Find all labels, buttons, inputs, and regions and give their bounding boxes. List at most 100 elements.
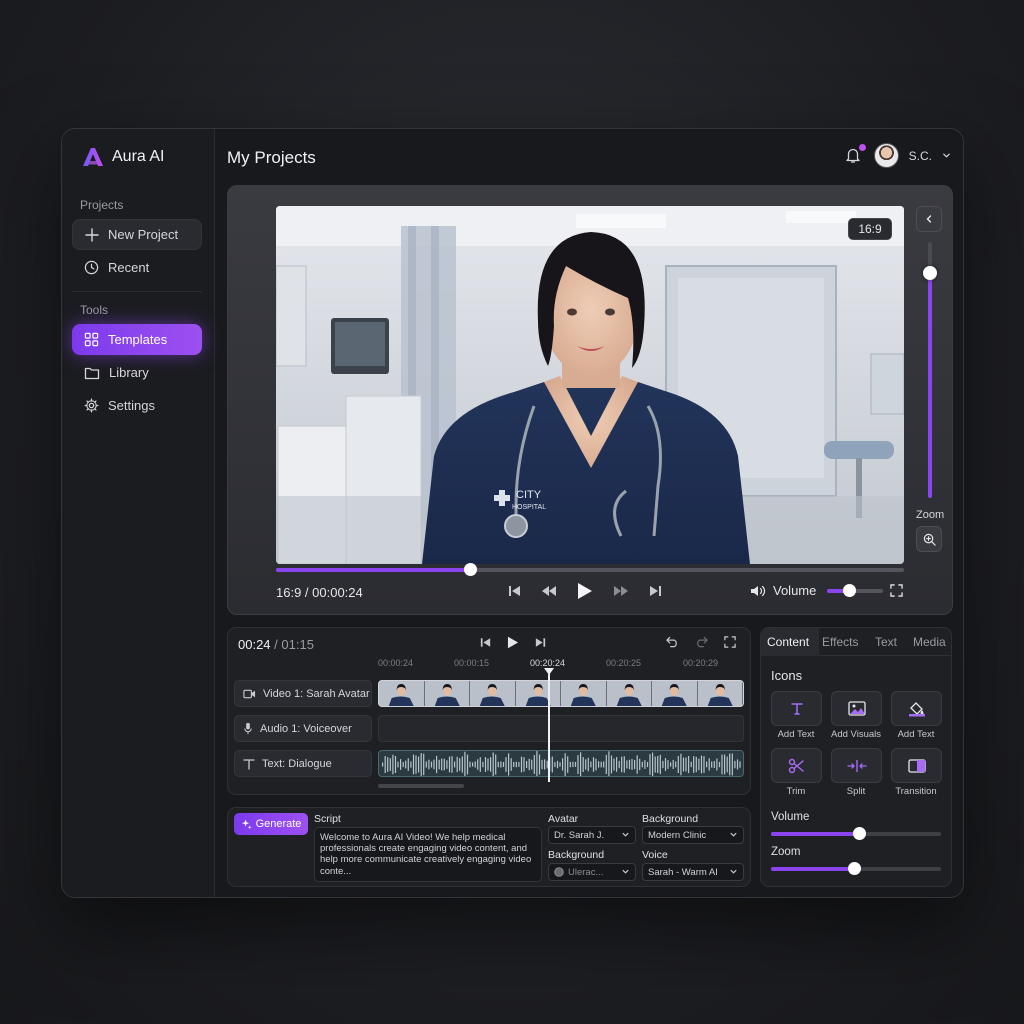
waveform-bar — [451, 756, 453, 773]
waveform-bar — [531, 759, 533, 770]
zoom-slider-handle[interactable] — [923, 265, 937, 280]
waveform-bar — [713, 761, 715, 768]
collapse-panel-button[interactable] — [916, 206, 942, 232]
waveform-bar — [441, 758, 443, 771]
aspect-ratio-badge[interactable]: 16:9 — [848, 218, 892, 240]
timeline-timecode: 00:24 / 01:15 — [238, 637, 314, 652]
waveform-bar — [595, 758, 597, 771]
sidebar-item-library[interactable]: Library — [72, 357, 202, 388]
background-secondary-select[interactable]: Ulerac... — [548, 863, 636, 881]
skip-back-icon[interactable] — [480, 637, 491, 648]
track-label-text-track[interactable]: Text: Dialogue — [234, 750, 372, 777]
fast-forward-icon[interactable] — [613, 585, 629, 597]
video-track-clip[interactable] — [378, 680, 744, 707]
waveform-bar — [382, 762, 384, 767]
chevron-down-icon — [622, 869, 629, 874]
waveform-bar — [657, 756, 659, 773]
audio-track-lane[interactable] — [378, 715, 744, 742]
trim-tool-button[interactable] — [771, 748, 822, 783]
zoom-in-icon — [923, 533, 936, 546]
waveform-bar — [520, 756, 523, 773]
waveform-bar — [430, 761, 433, 768]
tool-label: Transition — [895, 786, 937, 797]
ruler-tick: 00:20:29 — [683, 658, 719, 668]
waveform-bar — [510, 758, 512, 771]
waveform-bar — [734, 760, 736, 769]
skip-back-icon[interactable] — [508, 585, 521, 597]
timeline-ruler[interactable]: 00:00:24 00:00:15 00:20:24 00:20:25 00:2… — [378, 658, 744, 674]
timeline-scrollbar[interactable] — [378, 784, 464, 788]
zoom-slider[interactable] — [923, 242, 937, 498]
panel-zoom-slider[interactable] — [771, 862, 941, 875]
volume-slider-handle[interactable] — [843, 583, 857, 597]
waveform-bar — [541, 759, 543, 770]
ruler-tick: 00:00:24 — [378, 658, 414, 668]
brand[interactable]: Aura AI — [82, 147, 164, 167]
zoom-button[interactable] — [916, 526, 942, 552]
sidebar-item-templates[interactable]: Templates — [72, 324, 202, 355]
sidebar-item-new-project[interactable]: New Project — [72, 219, 202, 250]
add-text-fill-tool-button[interactable] — [891, 691, 942, 726]
waveform-bar — [711, 761, 713, 768]
play-icon[interactable] — [577, 582, 593, 600]
skip-forward-icon[interactable] — [535, 637, 546, 648]
redo-icon[interactable] — [695, 636, 708, 648]
panel-volume-handle[interactable] — [852, 827, 866, 840]
notification-button[interactable] — [844, 142, 867, 166]
tab-text[interactable]: Text — [875, 635, 897, 649]
waveform-bar — [708, 758, 710, 771]
waveform-bar — [585, 759, 587, 770]
video-thumbnail — [469, 681, 516, 706]
video-frame[interactable]: CITY HOSPITAL — [276, 206, 904, 564]
play-icon[interactable] — [507, 636, 519, 649]
voice-select[interactable]: Sarah - Warm AI — [642, 863, 744, 881]
speaker-icon[interactable] — [750, 584, 766, 598]
panel-volume-slider[interactable] — [771, 827, 941, 840]
waveform-bar — [472, 762, 474, 767]
panel-zoom-handle[interactable] — [847, 862, 861, 875]
waveform-bar — [515, 761, 517, 768]
sidebar: Aura AI Projects New Project Recent Tool… — [62, 129, 215, 897]
transition-tool-button[interactable] — [891, 748, 942, 783]
transport-controls — [508, 582, 662, 600]
waveform-track-clip[interactable] — [378, 750, 744, 777]
background-select[interactable]: Modern Clinic — [642, 826, 744, 844]
sidebar-item-label: Recent — [108, 260, 150, 275]
generate-panel: Generate Script Welcome to Aura AI Video… — [227, 807, 751, 887]
user-avatar[interactable] — [873, 143, 899, 168]
waveform-bar — [724, 754, 726, 775]
playhead[interactable] — [548, 672, 550, 782]
fullscreen-icon[interactable] — [890, 584, 903, 597]
waveform-bar — [412, 754, 415, 775]
avatar-select[interactable]: Dr. Sarah J. — [548, 826, 636, 844]
waveform-bar — [646, 761, 649, 768]
waveform-bar — [672, 759, 674, 769]
notification-badge — [857, 142, 867, 152]
script-textarea[interactable]: Welcome to Aura AI Video! We help medica… — [314, 827, 542, 882]
track-label-video[interactable]: Video 1: Sarah Avatar — [234, 680, 372, 707]
expand-icon[interactable] — [724, 636, 736, 648]
tab-effects[interactable]: Effects — [822, 635, 858, 649]
waveform-bar — [469, 761, 471, 768]
skip-forward-icon[interactable] — [649, 585, 662, 597]
generate-button[interactable]: Generate — [234, 813, 308, 835]
sidebar-item-settings[interactable]: Settings — [72, 390, 202, 421]
tab-content[interactable]: Content — [767, 635, 809, 649]
waveform-bar — [706, 761, 708, 768]
undo-icon[interactable] — [666, 636, 679, 648]
sidebar-item-recent[interactable]: Recent — [72, 252, 202, 283]
add-visuals-tool-button[interactable] — [831, 691, 882, 726]
tools-panel: Content Effects Text Media Icons Add Tex… — [760, 627, 952, 887]
user-name[interactable]: S.C. — [909, 149, 932, 163]
chevron-down-icon[interactable] — [942, 151, 951, 160]
volume-slider[interactable] — [827, 583, 884, 597]
scrubber-handle[interactable] — [464, 563, 478, 576]
split-tool-button[interactable] — [831, 748, 882, 783]
playback-scrubber[interactable] — [276, 563, 904, 576]
track-label-audio[interactable]: Audio 1: Voiceover — [234, 715, 372, 742]
waveform-bar — [479, 757, 481, 772]
add-text-tool-button[interactable] — [771, 691, 822, 726]
waveform-bar — [685, 757, 687, 772]
tab-media[interactable]: Media — [913, 635, 946, 649]
rewind-icon[interactable] — [541, 585, 557, 597]
